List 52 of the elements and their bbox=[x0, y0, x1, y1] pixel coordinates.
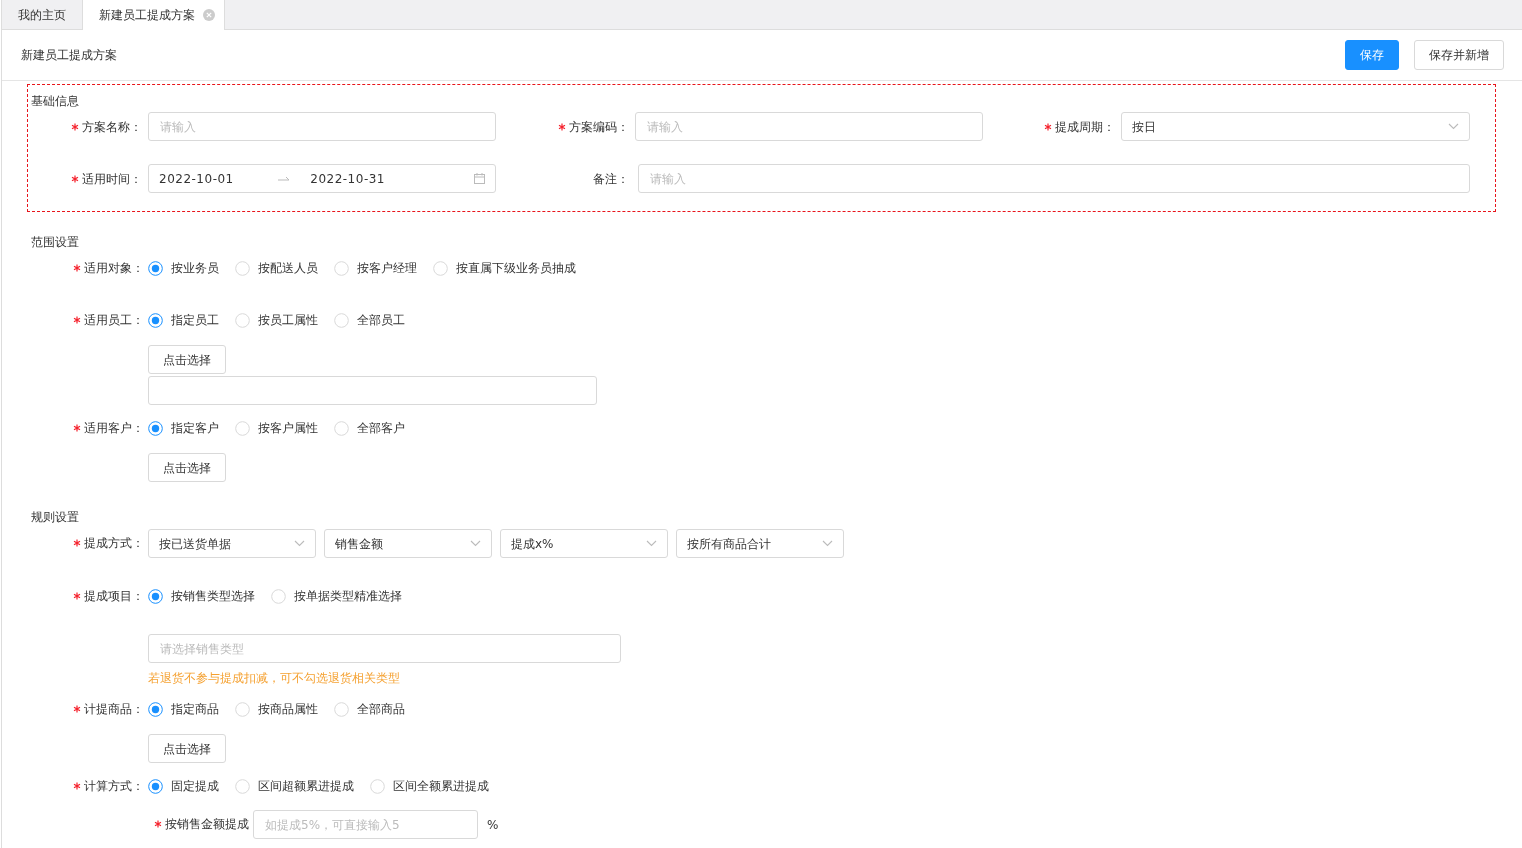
radio-option[interactable]: 按单据类型精准选择 bbox=[271, 588, 402, 604]
radio-option[interactable]: 按销售类型选择 bbox=[148, 588, 255, 604]
radio-option[interactable]: 按配送人员 bbox=[235, 260, 318, 276]
save-and-new-button[interactable]: 保存并新增 bbox=[1414, 40, 1504, 70]
section-title: 范围设置 bbox=[31, 234, 80, 250]
section-title: 基础信息 bbox=[31, 93, 80, 109]
select-field[interactable]: 按所有商品合计 bbox=[676, 529, 844, 558]
radio-option[interactable]: 区间超额累进提成 bbox=[235, 778, 354, 794]
radio-option[interactable]: 固定提成 bbox=[148, 778, 219, 794]
date-range-field[interactable]: 2022-10-01 2022-10-31 bbox=[148, 164, 496, 193]
end-date[interactable]: 2022-10-31 bbox=[310, 170, 385, 187]
radio-option[interactable]: 按客户属性 bbox=[235, 420, 318, 436]
radio-option[interactable]: 指定商品 bbox=[148, 701, 219, 717]
select-field[interactable]: 按日 bbox=[1121, 112, 1470, 141]
close-icon[interactable] bbox=[203, 9, 215, 21]
select-button[interactable]: 点击选择 bbox=[148, 734, 226, 763]
select-button[interactable]: 点击选择 bbox=[148, 345, 226, 374]
chevron-down-icon bbox=[470, 540, 481, 547]
select-field[interactable]: 提成x% bbox=[500, 529, 668, 558]
radio-option[interactable]: 区间全额累进提成 bbox=[370, 778, 489, 794]
radio-option[interactable]: 全部客户 bbox=[334, 420, 405, 436]
input-field[interactable]: 请输入 bbox=[148, 112, 496, 141]
input-field[interactable]: 如提成5%，可直接输入5 bbox=[253, 810, 478, 839]
tab[interactable]: 新建员工提成方案 bbox=[83, 0, 225, 30]
select-field[interactable]: 按已送货单据 bbox=[148, 529, 316, 558]
page-title: 新建员工提成方案 bbox=[21, 47, 117, 63]
input-field[interactable]: 请输入 bbox=[635, 112, 983, 141]
field-label: 备注： bbox=[593, 170, 629, 187]
radio-option[interactable]: 按商品属性 bbox=[235, 701, 318, 717]
radio-option[interactable]: 指定员工 bbox=[148, 312, 219, 328]
field-label: 按销售金额提成 bbox=[154, 816, 249, 832]
select-button[interactable]: 点击选择 bbox=[148, 453, 226, 482]
start-date[interactable]: 2022-10-01 bbox=[159, 170, 234, 187]
chevron-down-icon bbox=[646, 540, 657, 547]
section-title: 规则设置 bbox=[31, 509, 80, 525]
radio-option[interactable]: 按员工属性 bbox=[235, 312, 318, 328]
radio-option[interactable]: 全部员工 bbox=[334, 312, 405, 328]
radio-option[interactable]: 全部商品 bbox=[334, 701, 405, 717]
chevron-down-icon bbox=[1448, 123, 1459, 130]
hint-text: 若退货不参与提成扣减，可不勾选退货相关类型 bbox=[148, 670, 400, 686]
selection-box[interactable] bbox=[148, 376, 597, 405]
select-field[interactable]: 销售金额 bbox=[324, 529, 492, 558]
chevron-down-icon bbox=[822, 540, 833, 547]
radio-option[interactable]: 按客户经理 bbox=[334, 260, 417, 276]
radio-option[interactable]: 按业务员 bbox=[148, 260, 219, 276]
radio-option[interactable]: 指定客户 bbox=[148, 420, 219, 436]
chevron-down-icon bbox=[294, 540, 305, 547]
radio-option[interactable]: 按直属下级业务员抽成 bbox=[433, 260, 576, 276]
unit-label: % bbox=[487, 816, 499, 833]
input-field[interactable]: 请选择销售类型 bbox=[148, 634, 621, 663]
input-field[interactable]: 请输入 bbox=[638, 164, 1470, 193]
calendar-icon[interactable] bbox=[474, 173, 485, 184]
